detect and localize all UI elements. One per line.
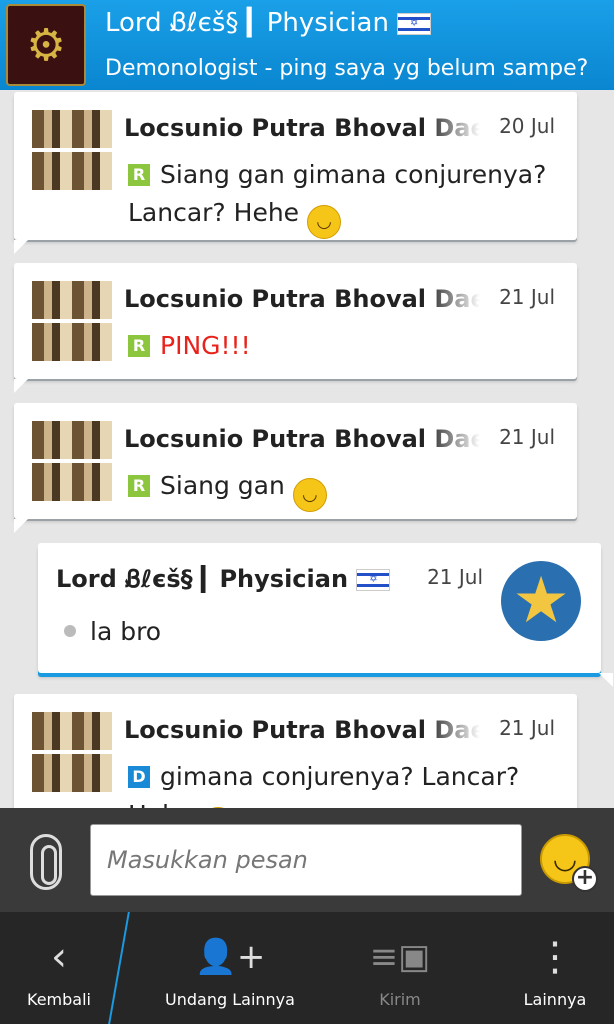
send-label: Kirim <box>379 990 421 1009</box>
message-text: Siang gan <box>160 471 285 500</box>
message-body: Dgimana conjurenya? Lancar? Hehe◡ <box>128 758 557 808</box>
sender-avatar <box>32 421 112 501</box>
sender-avatar <box>32 281 112 361</box>
chevron-left-icon: ‹ <box>51 934 67 980</box>
sending-status-icon <box>64 625 76 637</box>
more-label: Lainnya <box>523 990 587 1009</box>
message-card[interactable]: Locsunio Putra Bhoval Daemon 21 Jul R PIN… <box>14 263 577 393</box>
message-card[interactable]: Locsunio Putra Bhoval Daemon 21 Jul Dgim… <box>14 694 577 808</box>
back-button[interactable]: ‹ Kembali <box>0 912 118 1024</box>
bbm-send-icon: ≡▣ <box>369 937 431 977</box>
sender-name: Locsunio Putra Bhoval Daemon <box>124 285 480 313</box>
message-text: la bro <box>90 617 162 646</box>
send-button[interactable]: ≡▣ Kirim <box>340 912 460 1024</box>
contact-status: Demonologist - ping saya yg belum sampe? <box>105 56 589 81</box>
israel-flag-icon: ✡ <box>356 569 391 591</box>
sender-name: Lord Ᏸℓєš§ ▎Physician ✡ <box>56 565 416 593</box>
read-status-badge: R <box>128 335 150 357</box>
sender-avatar <box>32 712 112 792</box>
contact-name: Lord Ᏸℓєš§ ▎Physician ✡ <box>105 8 432 39</box>
my-message-card[interactable]: Lord Ᏸℓєš§ ▎Physician ✡ 21 Jul ★ la bro <box>38 543 613 687</box>
more-button[interactable]: ⋮ Lainnya <box>500 912 610 1024</box>
message-body: R Siang gan gimana conjurenya? Lancar? He… <box>128 156 557 239</box>
bubble-tail <box>14 379 28 393</box>
add-emoji-icon[interactable]: + <box>572 866 598 892</box>
overflow-menu-icon: ⋮ <box>535 934 575 980</box>
message-card[interactable]: Locsunio Putra Bhoval Daemon 20 Jul RSia… <box>14 92 577 254</box>
delivered-status-badge: D <box>128 766 150 788</box>
message-card[interactable]: Locsunio Putra Bhoval Daemon 21 Jul R Sia… <box>14 403 577 533</box>
bubble-tail <box>599 673 613 687</box>
message-list[interactable]: Locsunio Putra Bhoval Daemon 20 Jul RSia… <box>0 90 614 808</box>
read-status-badge: R <box>128 475 150 497</box>
message-date: 20 Jul <box>499 114 555 138</box>
message-body: la bro <box>64 613 581 651</box>
add-contact-icon: 👤+ <box>194 937 266 977</box>
grin-emoji-icon: ◡ <box>292 478 327 512</box>
message-date: 21 Jul <box>499 716 555 740</box>
message-body: R PING!!! <box>128 327 557 365</box>
compose-bar: ◡ + <box>0 808 614 912</box>
message-date: 21 Jul <box>427 565 483 589</box>
message-input[interactable] <box>90 824 522 896</box>
read-status-badge: R <box>128 164 150 186</box>
attachment-icon[interactable] <box>30 834 62 890</box>
message-body: R Siang gan ◡ <box>128 467 557 512</box>
action-bar: ‹ Kembali 👤+ Undang Lainnya ≡▣ Kirim ⋮ L… <box>0 912 614 1024</box>
message-text: gimana conjurenya? Lancar? Hehe <box>128 762 520 808</box>
bubble-tail <box>14 519 28 533</box>
sender-avatar <box>32 110 112 190</box>
message-date: 21 Jul <box>499 425 555 449</box>
message-date: 21 Jul <box>499 285 555 309</box>
masonic-emblem-icon: ⚙ <box>26 19 66 71</box>
sender-name: Locsunio Putra Bhoval Daemon <box>124 425 480 453</box>
contact-avatar[interactable]: ⚙ <box>6 4 86 86</box>
invite-button[interactable]: 👤+ Undang Lainnya <box>150 912 310 1024</box>
bubble-tail <box>14 240 28 254</box>
message-text: PING!!! <box>160 331 251 360</box>
back-label: Kembali <box>27 990 91 1009</box>
sender-name: Locsunio Putra Bhoval Daemon <box>124 114 480 142</box>
sender-name: Locsunio Putra Bhoval Daemon <box>124 716 480 744</box>
invite-label: Undang Lainnya <box>165 990 295 1009</box>
smile-emoji-icon: ◡ <box>307 205 342 239</box>
chat-header[interactable]: ⚙ Lord Ᏸℓєš§ ▎Physician ✡ Demonologist -… <box>0 0 614 90</box>
israel-flag-icon: ✡ <box>397 12 432 35</box>
